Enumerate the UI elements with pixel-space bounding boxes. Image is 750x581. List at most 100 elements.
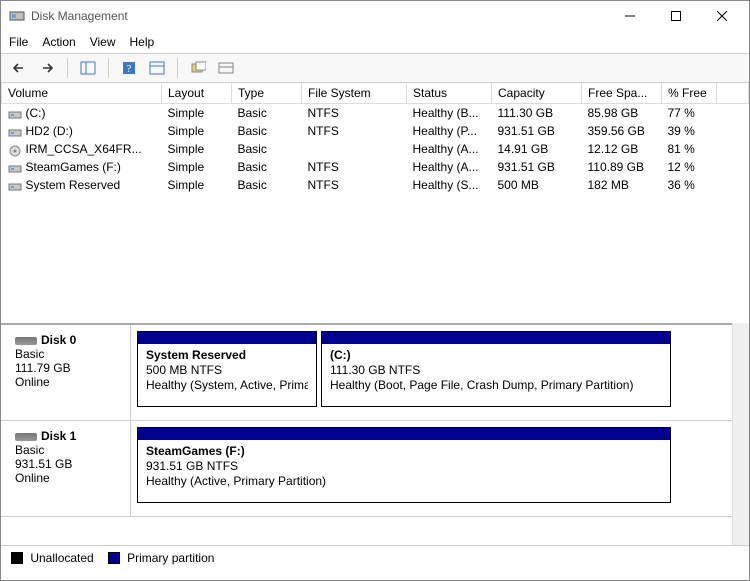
partition-info: 111.30 GB NTFS bbox=[330, 363, 662, 378]
volume-row[interactable]: (C:)SimpleBasicNTFSHealthy (B...111.30 G… bbox=[2, 104, 749, 123]
col-layout[interactable]: Layout bbox=[162, 83, 232, 104]
show-hide-console-tree-button[interactable] bbox=[76, 57, 100, 79]
partition-header bbox=[138, 332, 316, 344]
disk-state: Online bbox=[15, 375, 120, 389]
window-controls bbox=[607, 1, 745, 31]
partition-status: Healthy (Boot, Page File, Crash Dump, Pr… bbox=[330, 378, 662, 393]
disk-info[interactable]: Disk 1Basic931.51 GBOnline bbox=[1, 421, 131, 516]
forward-button[interactable] bbox=[35, 57, 59, 79]
drive-icon bbox=[8, 181, 22, 191]
col-status[interactable]: Status bbox=[407, 83, 492, 104]
legend: Unallocated Primary partition bbox=[1, 545, 749, 569]
volume-name: (C:) bbox=[26, 106, 46, 120]
volume-free: 359.56 GB bbox=[582, 122, 662, 140]
volume-status: Healthy (P... bbox=[407, 122, 492, 140]
volume-layout: Simple bbox=[162, 104, 232, 123]
swatch-primary bbox=[108, 552, 120, 564]
close-button[interactable] bbox=[699, 1, 745, 31]
volume-capacity: 931.51 GB bbox=[492, 122, 582, 140]
partition[interactable]: System Reserved500 MB NTFSHealthy (Syste… bbox=[137, 331, 317, 407]
menu-action[interactable]: Action bbox=[42, 35, 75, 49]
volume-pct: 12 % bbox=[662, 158, 717, 176]
disk-partition-strip: System Reserved500 MB NTFSHealthy (Syste… bbox=[131, 325, 732, 420]
volume-status: Healthy (A... bbox=[407, 158, 492, 176]
volume-header-row[interactable]: Volume Layout Type File System Status Ca… bbox=[2, 83, 749, 104]
partition[interactable]: SteamGames (F:)931.51 GB NTFSHealthy (Ac… bbox=[137, 427, 671, 503]
disk-name: Disk 1 bbox=[41, 429, 76, 443]
disk-partition-strip: SteamGames (F:)931.51 GB NTFSHealthy (Ac… bbox=[131, 421, 732, 516]
volume-type: Basic bbox=[232, 158, 302, 176]
partition-header bbox=[138, 428, 670, 440]
disk-state: Online bbox=[15, 471, 120, 485]
disk-icon bbox=[15, 337, 37, 345]
volume-row[interactable]: IRM_CCSA_X64FR...SimpleBasicHealthy (A..… bbox=[2, 140, 749, 158]
disk-row: Disk 0Basic111.79 GBOnlineSystem Reserve… bbox=[1, 325, 732, 421]
disk-management-icon bbox=[9, 8, 25, 24]
properties-button[interactable] bbox=[186, 57, 210, 79]
volume-status: Healthy (B... bbox=[407, 104, 492, 123]
volume-capacity: 14.91 GB bbox=[492, 140, 582, 158]
partition-status: Healthy (System, Active, Primary Partiti… bbox=[146, 378, 308, 393]
volume-capacity: 931.51 GB bbox=[492, 158, 582, 176]
view-settings-button[interactable] bbox=[145, 57, 169, 79]
volume-table[interactable]: Volume Layout Type File System Status Ca… bbox=[1, 83, 749, 194]
menu-view[interactable]: View bbox=[90, 35, 116, 49]
disk-row: Disk 1Basic931.51 GBOnlineSteamGames (F:… bbox=[1, 421, 732, 517]
volume-fs: NTFS bbox=[302, 122, 407, 140]
legend-primary-label: Primary partition bbox=[127, 551, 214, 565]
partition-body: System Reserved500 MB NTFSHealthy (Syste… bbox=[138, 344, 316, 406]
volume-status: Healthy (A... bbox=[407, 140, 492, 158]
volume-name: System Reserved bbox=[26, 178, 121, 192]
drive-icon bbox=[8, 109, 22, 119]
volume-status: Healthy (S... bbox=[407, 176, 492, 194]
volume-row[interactable]: SteamGames (F:)SimpleBasicNTFSHealthy (A… bbox=[2, 158, 749, 176]
drive-icon bbox=[8, 163, 22, 173]
help-button[interactable]: ? bbox=[117, 57, 141, 79]
volume-row[interactable]: System ReservedSimpleBasicNTFSHealthy (S… bbox=[2, 176, 749, 194]
disk-info[interactable]: Disk 0Basic111.79 GBOnline bbox=[1, 325, 131, 420]
volume-capacity: 500 MB bbox=[492, 176, 582, 194]
menubar: File Action View Help bbox=[1, 31, 749, 53]
volume-free: 85.98 GB bbox=[582, 104, 662, 123]
maximize-button[interactable] bbox=[653, 1, 699, 31]
disk-type: Basic bbox=[15, 443, 120, 457]
partition-body: SteamGames (F:)931.51 GB NTFSHealthy (Ac… bbox=[138, 440, 670, 502]
volume-free: 110.89 GB bbox=[582, 158, 662, 176]
volume-row[interactable]: HD2 (D:) SimpleBasicNTFSHealthy (P...931.… bbox=[2, 122, 749, 140]
partition-body: (C:)111.30 GB NTFSHealthy (Boot, Page Fi… bbox=[322, 344, 670, 406]
partition-name: System Reserved bbox=[146, 348, 308, 363]
volume-capacity: 111.30 GB bbox=[492, 104, 582, 123]
disk-type: Basic bbox=[15, 347, 120, 361]
partition[interactable]: (C:)111.30 GB NTFSHealthy (Boot, Page Fi… bbox=[321, 331, 671, 407]
col-capacity[interactable]: Capacity bbox=[492, 83, 582, 104]
refresh-button[interactable] bbox=[214, 57, 238, 79]
col-fs[interactable]: File System bbox=[302, 83, 407, 104]
volume-pct: 77 % bbox=[662, 104, 717, 123]
volume-name-cell: IRM_CCSA_X64FR... bbox=[2, 140, 162, 158]
volume-free: 182 MB bbox=[582, 176, 662, 194]
disk-icon bbox=[15, 433, 37, 441]
volume-fs: NTFS bbox=[302, 176, 407, 194]
col-free[interactable]: Free Spa... bbox=[582, 83, 662, 104]
col-pct[interactable]: % Free bbox=[662, 83, 717, 104]
volume-pct: 36 % bbox=[662, 176, 717, 194]
disk-name: Disk 0 bbox=[41, 333, 76, 347]
disk-size: 111.79 GB bbox=[15, 361, 120, 375]
volume-name-cell: (C:) bbox=[2, 104, 162, 123]
menu-file[interactable]: File bbox=[9, 35, 28, 49]
col-volume[interactable]: Volume bbox=[2, 83, 162, 104]
vertical-scrollbar[interactable] bbox=[732, 323, 749, 545]
titlebar: Disk Management bbox=[1, 1, 749, 31]
partition-info: 500 MB NTFS bbox=[146, 363, 308, 378]
col-type[interactable]: Type bbox=[232, 83, 302, 104]
menu-help[interactable]: Help bbox=[130, 35, 155, 49]
toolbar-separator bbox=[108, 58, 109, 78]
minimize-button[interactable] bbox=[607, 1, 653, 31]
volume-name: HD2 (D:) bbox=[26, 124, 73, 138]
volume-name: IRM_CCSA_X64FR... bbox=[26, 142, 142, 156]
volume-layout: Simple bbox=[162, 122, 232, 140]
volume-type: Basic bbox=[232, 140, 302, 158]
volume-type: Basic bbox=[232, 122, 302, 140]
volume-name: SteamGames (F:) bbox=[26, 160, 121, 174]
back-button[interactable] bbox=[7, 57, 31, 79]
